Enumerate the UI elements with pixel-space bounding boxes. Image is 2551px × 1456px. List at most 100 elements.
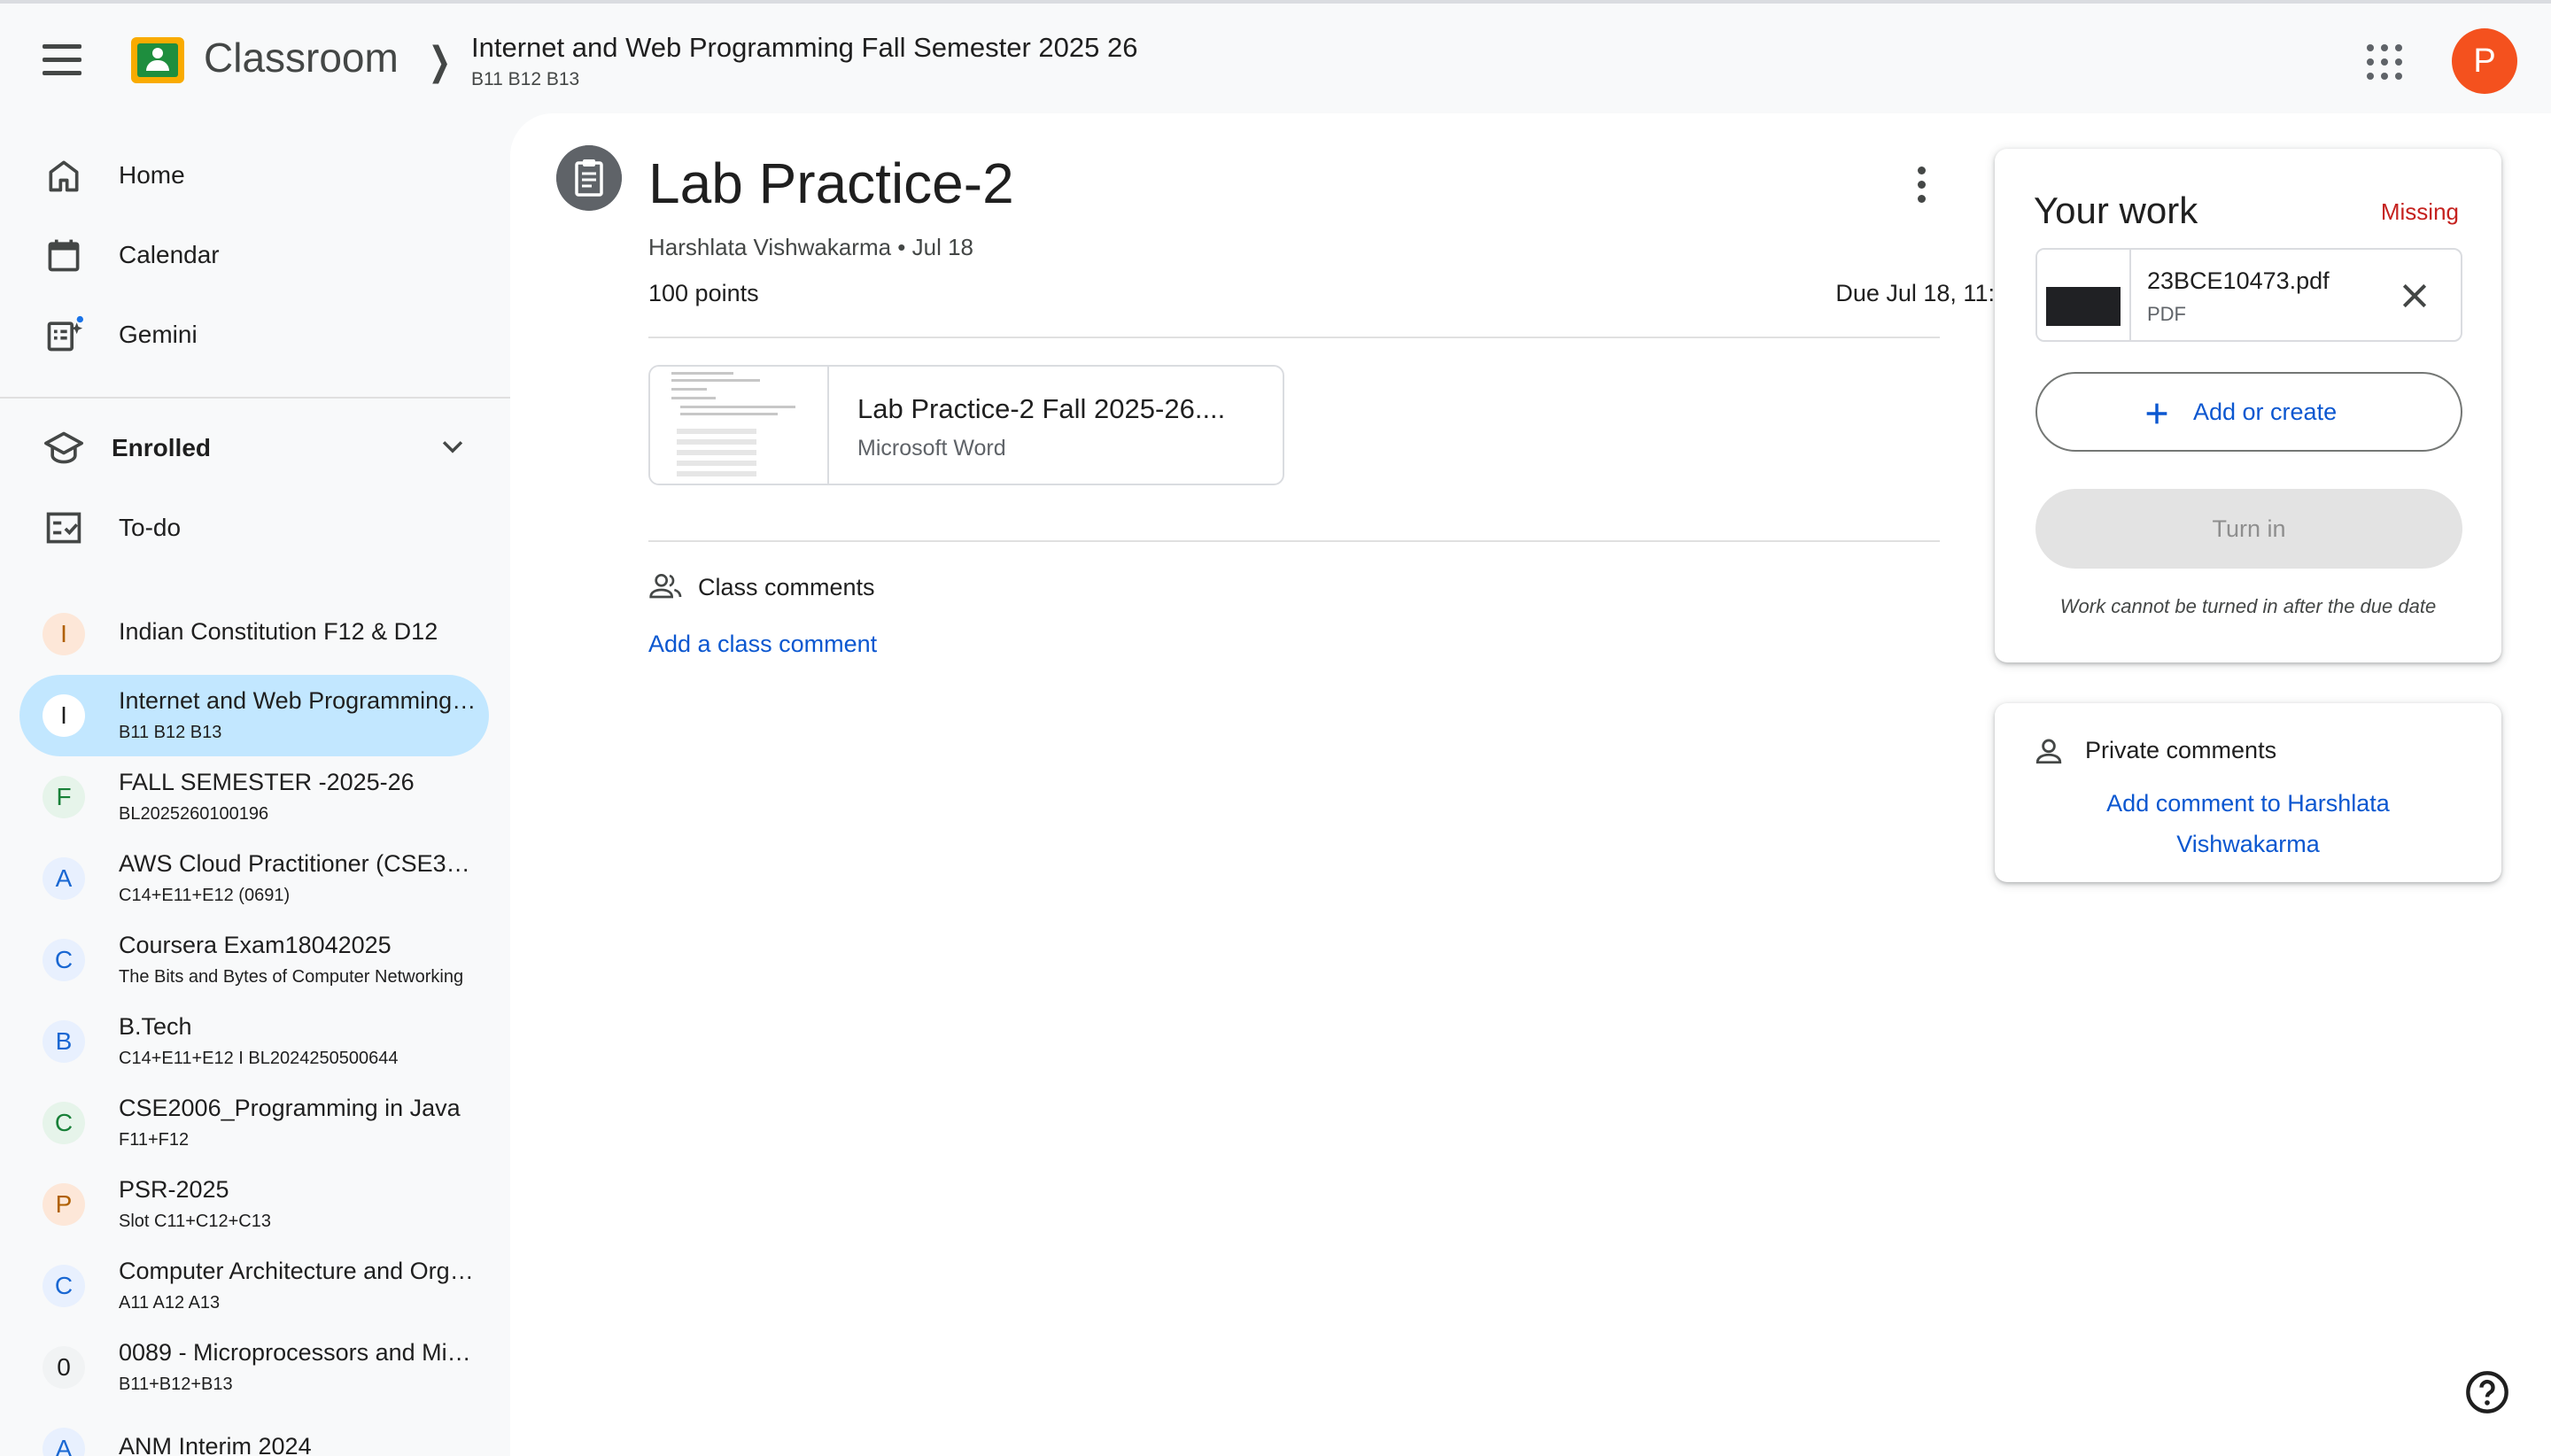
sidebar-course-item[interactable]: I Internet and Web Programming Fall Semes… bbox=[19, 675, 489, 756]
attachment-type: Microsoft Word bbox=[857, 436, 1006, 461]
divider bbox=[648, 337, 1940, 338]
sidebar-course-item[interactable]: 0 0089 - Microprocessors and Microcontrol… bbox=[19, 1327, 489, 1408]
sidebar-course-item[interactable]: F FALL SEMESTER -2025-26 BL2025260100196 bbox=[19, 756, 489, 838]
chevron-down-icon[interactable] bbox=[438, 432, 468, 462]
hamburger-menu-icon[interactable] bbox=[43, 44, 81, 76]
google-apps-icon[interactable] bbox=[2367, 44, 2402, 80]
course-name: PSR-2025 bbox=[119, 1176, 229, 1203]
course-avatar: F bbox=[43, 776, 85, 818]
course-section: B11+B12+B13 bbox=[119, 1375, 233, 1394]
sidebar-course-item[interactable]: P PSR-2025 Slot C11+C12+C13 bbox=[19, 1164, 489, 1245]
course-name: CSE2006_Programming in Java bbox=[119, 1095, 461, 1121]
course-section: The Bits and Bytes of Computer Networkin… bbox=[119, 967, 464, 987]
course-name: Coursera Exam18042025 bbox=[119, 932, 392, 958]
course-avatar: C bbox=[43, 1265, 85, 1307]
course-section: BL2025260100196 bbox=[119, 804, 269, 824]
sidebar-course-item[interactable]: C CSE2006_Programming in Java F11+F12 bbox=[19, 1082, 489, 1164]
help-icon[interactable] bbox=[2464, 1369, 2510, 1415]
course-section: C14+E11+E12 I BL2024250500644 bbox=[119, 1049, 399, 1068]
file-name: 23BCE10473.pdf bbox=[2147, 267, 2330, 294]
course-avatar: I bbox=[43, 613, 85, 655]
assignment-author-date: Harshlata Vishwakarma • Jul 18 bbox=[648, 234, 974, 260]
sidebar-item-calendar[interactable]: Calendar bbox=[0, 220, 510, 290]
course-section: C14+E11+E12 (0691) bbox=[119, 886, 291, 905]
sidebar-item-label: Gemini bbox=[119, 321, 198, 348]
class-comments-label: Class comments bbox=[698, 574, 875, 600]
top-bar: Classroom ❯ Internet and Web Programming… bbox=[0, 0, 2551, 113]
course-avatar: A bbox=[43, 1428, 85, 1456]
course-avatar: C bbox=[43, 1102, 85, 1144]
sidebar-item-label: To-do bbox=[119, 514, 182, 541]
sidebar: Home Calendar Gemini Enrolled To-do I Ind… bbox=[0, 113, 510, 1456]
course-name: B.Tech bbox=[119, 1013, 192, 1040]
course-avatar: P bbox=[43, 1183, 85, 1226]
sidebar-item-label: Calendar bbox=[119, 241, 220, 268]
remove-file-close-icon[interactable] bbox=[2397, 278, 2432, 314]
sidebar-item-home[interactable]: Home bbox=[0, 140, 510, 211]
classroom-logo[interactable] bbox=[131, 37, 184, 83]
course-avatar: A bbox=[43, 857, 85, 900]
todo-checklist-icon bbox=[46, 512, 81, 544]
app-name[interactable]: Classroom bbox=[204, 34, 399, 81]
sidebar-item-label: Home bbox=[119, 161, 185, 189]
course-avatar: B bbox=[43, 1020, 85, 1063]
assignment-attachment[interactable]: Lab Practice-2 Fall 2025-26.... Microsof… bbox=[648, 365, 1284, 485]
course-section: B11 B12 B13 bbox=[119, 723, 222, 742]
course-name: ANM Interim 2024 bbox=[119, 1433, 312, 1456]
file-type: PDF bbox=[2147, 303, 2186, 325]
sidebar-course-item[interactable]: I Indian Constitution F12 & D12 bbox=[19, 593, 489, 675]
sidebar-item-todo[interactable]: To-do bbox=[0, 492, 510, 563]
assignment-points: 100 points bbox=[648, 280, 759, 306]
sidebar-course-item[interactable]: A AWS Cloud Practitioner (CSE3015) C14+E11… bbox=[19, 838, 489, 919]
gemini-icon bbox=[47, 315, 83, 352]
document-thumbnail bbox=[650, 367, 829, 484]
course-name: FALL SEMESTER -2025-26 bbox=[119, 769, 415, 795]
course-name: AWS Cloud Practitioner (CSE3015) bbox=[119, 850, 482, 877]
private-comments-label: Private comments bbox=[2085, 737, 2277, 763]
course-avatar: 0 bbox=[43, 1346, 85, 1389]
add-private-comment-link[interactable]: Add comment to Harshlata Vishwakarma bbox=[2066, 783, 2431, 864]
breadcrumb-course-title[interactable]: Internet and Web Programming Fall Semest… bbox=[471, 32, 1137, 64]
course-name: Computer Architecture and Organization bbox=[119, 1258, 482, 1284]
course-name: 0089 - Microprocessors and Microcontroll… bbox=[119, 1339, 482, 1366]
add-or-create-label: Add or create bbox=[2193, 399, 2338, 425]
your-work-card: Your work Missing 23BCE10473.pdf PDF Add… bbox=[1995, 149, 2501, 662]
plus-icon bbox=[2146, 403, 2167, 424]
turn-in-note: Work cannot be turned in after the due d… bbox=[2059, 595, 2437, 617]
attachment-name: Lab Practice-2 Fall 2025-26.... bbox=[857, 393, 1226, 424]
assignment-title: Lab Practice-2 bbox=[648, 151, 1014, 215]
breadcrumb-course-section: B11 B12 B13 bbox=[471, 69, 580, 89]
turn-in-button[interactable]: Turn in bbox=[2035, 489, 2462, 569]
course-name: Internet and Web Programming Fall Semest… bbox=[119, 687, 482, 714]
your-work-title: Your work bbox=[2034, 190, 2198, 231]
sidebar-course-item[interactable]: C Coursera Exam18042025 The Bits and Bytes… bbox=[19, 919, 489, 1001]
sidebar-divider bbox=[0, 397, 510, 399]
people-icon bbox=[649, 574, 682, 599]
calendar-icon bbox=[48, 239, 80, 272]
divider bbox=[648, 540, 1940, 542]
course-name: Indian Constitution F12 & D12 bbox=[119, 618, 438, 645]
more-options-icon[interactable] bbox=[1910, 167, 1933, 209]
attached-file[interactable]: 23BCE10473.pdf PDF bbox=[2035, 248, 2462, 342]
home-icon bbox=[49, 160, 79, 192]
chevron-right-icon: ❯ bbox=[428, 39, 452, 84]
sidebar-item-gemini[interactable]: Gemini bbox=[0, 299, 510, 370]
course-avatar: C bbox=[43, 939, 85, 981]
file-thumbnail bbox=[2037, 250, 2131, 340]
course-section: F11+F12 bbox=[119, 1130, 190, 1150]
account-avatar[interactable]: P bbox=[2452, 28, 2517, 94]
private-comments-card: Private comments Add comment to Harshlat… bbox=[1995, 703, 2501, 882]
sidebar-course-item[interactable]: A ANM Interim 2024 bbox=[19, 1408, 489, 1456]
course-avatar: I bbox=[43, 694, 85, 737]
enrolled-label: Enrolled bbox=[112, 434, 212, 461]
assignment-icon bbox=[556, 145, 622, 211]
course-section: A11 A12 A13 bbox=[119, 1293, 221, 1313]
school-icon bbox=[44, 431, 83, 464]
add-class-comment-link[interactable]: Add a class comment bbox=[648, 631, 877, 658]
status-badge: Missing bbox=[2380, 198, 2459, 225]
sidebar-item-enrolled[interactable]: Enrolled bbox=[0, 413, 510, 484]
add-or-create-button[interactable]: Add or create bbox=[2035, 372, 2462, 452]
sidebar-course-item[interactable]: B B.Tech C14+E11+E12 I BL2024250500644 bbox=[19, 1001, 489, 1082]
sidebar-course-item[interactable]: C Computer Architecture and Organization A… bbox=[19, 1245, 489, 1327]
course-section: Slot C11+C12+C13 bbox=[119, 1212, 271, 1231]
